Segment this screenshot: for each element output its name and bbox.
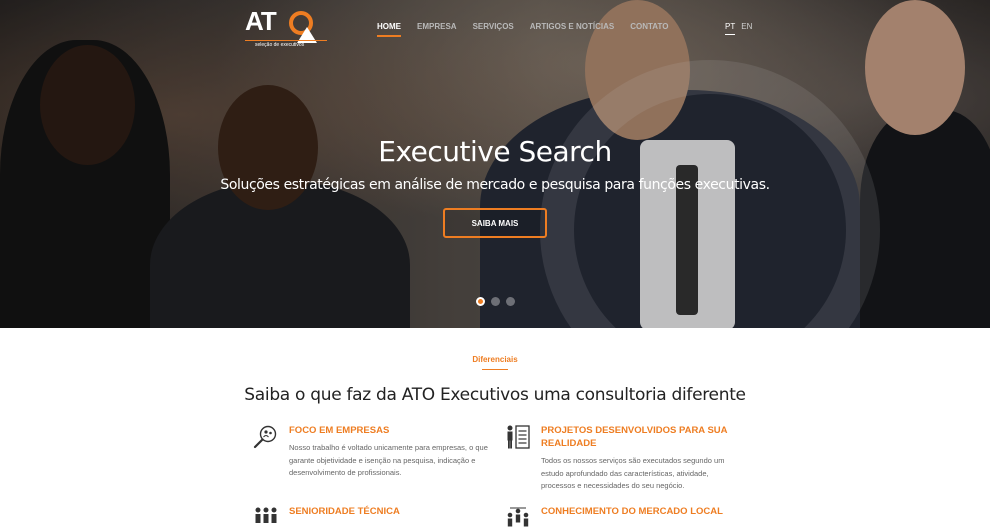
feature-title: SENIORIDADE TÉCNICA (289, 506, 400, 517)
hero-subtitle: Soluções estratégicas em análise de merc… (220, 177, 770, 193)
section-title: Saiba o que faz da ATO Executivos uma co… (244, 385, 746, 405)
logo-text: AT (245, 6, 277, 36)
nav-item-artigos[interactable]: ARTIGOS E NOTÍCIAS (530, 22, 614, 37)
feature-text: Nosso trabalho é voltado unicamente para… (289, 443, 488, 477)
nav-item-servicos[interactable]: SERVIÇOS (473, 22, 514, 37)
lang-en[interactable]: EN (741, 22, 752, 35)
slider-dots (476, 297, 515, 306)
feature-title: FOCO EM EMPRESAS (289, 425, 390, 436)
hero-banner: AT seleção de executivos HOME EMPRESA SE… (0, 0, 990, 328)
magnifier-people-icon (253, 425, 277, 449)
feature-title: CONHECIMENTO DO MERCADO LOCAL (541, 506, 723, 517)
people-network-icon (507, 507, 529, 527)
team-icon (255, 507, 277, 523)
slider-dot-3[interactable] (506, 297, 515, 306)
language-switcher: PT EN (725, 22, 752, 35)
person-checklist-icon (507, 425, 530, 449)
logo-subtitle: seleção de executivos (255, 42, 305, 48)
nav-item-empresa[interactable]: EMPRESA (417, 22, 457, 37)
nav-item-home[interactable]: HOME (377, 22, 401, 37)
section-tag: Diferenciais (472, 355, 518, 364)
lang-pt[interactable]: PT (725, 22, 736, 35)
main-nav: HOME EMPRESA SERVIÇOS ARTIGOS E NOTÍCIAS… (377, 22, 684, 37)
feature-text: Todos os nossos serviços são executados … (541, 456, 725, 490)
saiba-mais-button[interactable]: SAIBA MAIS (443, 208, 547, 238)
slider-dot-1[interactable] (476, 297, 485, 306)
section-divider (482, 369, 508, 370)
logo-underline (245, 40, 327, 41)
slider-dot-2[interactable] (491, 297, 500, 306)
hero-title: Executive Search (378, 135, 612, 168)
site-logo[interactable]: AT seleção de executivos (245, 6, 330, 48)
nav-item-contato[interactable]: CONTATO (630, 22, 668, 37)
feature-title: PROJETOS DESENVOLVIDOS PARA SUA REALIDAD… (541, 425, 728, 449)
